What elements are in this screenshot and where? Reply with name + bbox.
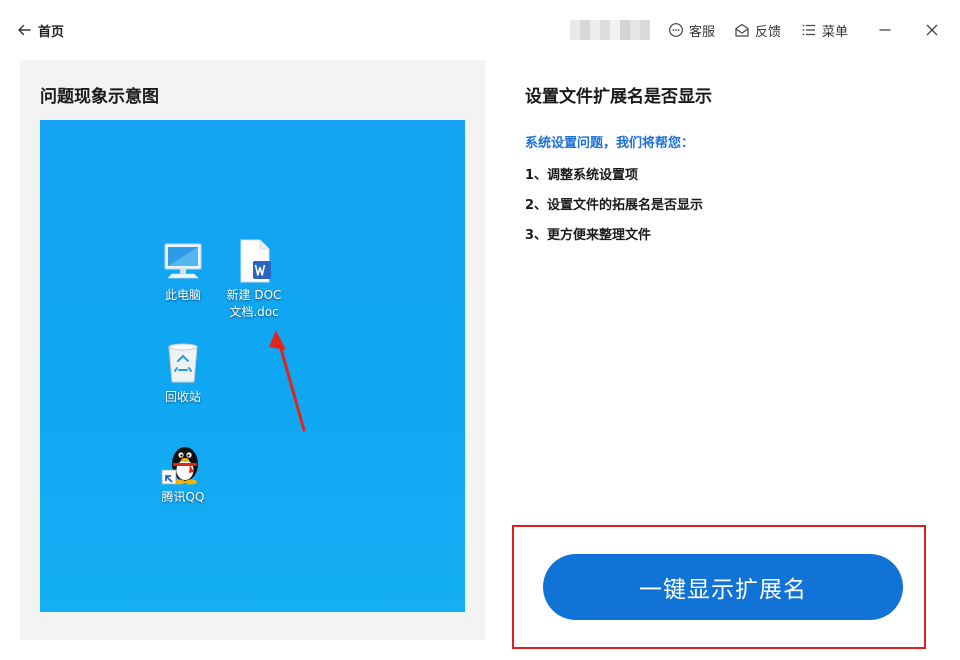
desktop-icon-label: 回收站: [164, 390, 201, 404]
menu-list-icon: [802, 24, 815, 36]
word-doc-icon: [240, 239, 271, 283]
desktop-icon-recycle-bin: 回收站: [158, 340, 208, 406]
arrow-left-icon: [18, 24, 31, 36]
back-home-label: 首页: [38, 24, 65, 40]
customer-service-label: 客服: [689, 24, 716, 40]
list-item: 1、调整系统设置项: [525, 168, 639, 183]
list-item: 3、更方便来整理文件: [525, 228, 652, 243]
menu-button[interactable]: 菜单: [801, 18, 848, 42]
problem-illustration-panel: 问题现象示意图 此电脑 新建 DOC 文档.doc 回收站 腾讯QQ: [20, 60, 485, 640]
illustration-title: 问题现象示意图: [40, 87, 159, 107]
mail-open-icon: [735, 23, 749, 37]
desktop-icon-qq: 腾讯QQ: [154, 440, 212, 506]
recycle-bin-icon: [168, 343, 198, 383]
minimize-icon: [879, 29, 891, 31]
computer-icon: [164, 243, 202, 279]
desktop-icon-this-pc: 此电脑: [158, 238, 208, 304]
show-extension-button[interactable]: 一键显示扩展名: [543, 554, 903, 620]
menu-label: 菜单: [822, 24, 849, 40]
list-item: 2、设置文件的拓展名是否显示: [525, 198, 704, 213]
close-icon: [926, 24, 938, 36]
close-button[interactable]: [920, 18, 944, 42]
chat-bubble-icon: [669, 23, 683, 37]
solution-subtitle: 系统设置问题，我们将帮您：: [525, 136, 695, 151]
feedback-button[interactable]: 反馈: [734, 18, 781, 42]
feedback-label: 反馈: [755, 24, 782, 40]
solution-title: 设置文件扩展名是否显示: [525, 87, 712, 107]
qq-penguin-icon: [161, 447, 198, 485]
desktop-icon-label: 此电脑: [164, 288, 201, 302]
minimize-button[interactable]: [873, 18, 897, 42]
solution-steps-list: 1、调整系统设置项 2、设置文件的拓展名是否显示 3、更方便来整理文件: [525, 166, 703, 256]
desktop-icon-new-doc: 新建 DOC 文档.doc: [222, 238, 286, 321]
red-pointer-arrow: [269, 330, 306, 432]
user-account-avatar[interactable]: [570, 20, 650, 40]
back-home-button[interactable]: 首页: [16, 18, 64, 42]
desktop-screenshot: 此电脑 新建 DOC 文档.doc 回收站 腾讯QQ: [40, 120, 465, 612]
title-bar: 首页 客服 反馈 菜单: [0, 0, 960, 60]
customer-service-button[interactable]: 客服: [668, 18, 715, 42]
desktop-icon-label: 新建 DOC 文档.doc: [226, 288, 282, 319]
desktop-icon-label: 腾讯QQ: [161, 490, 205, 504]
